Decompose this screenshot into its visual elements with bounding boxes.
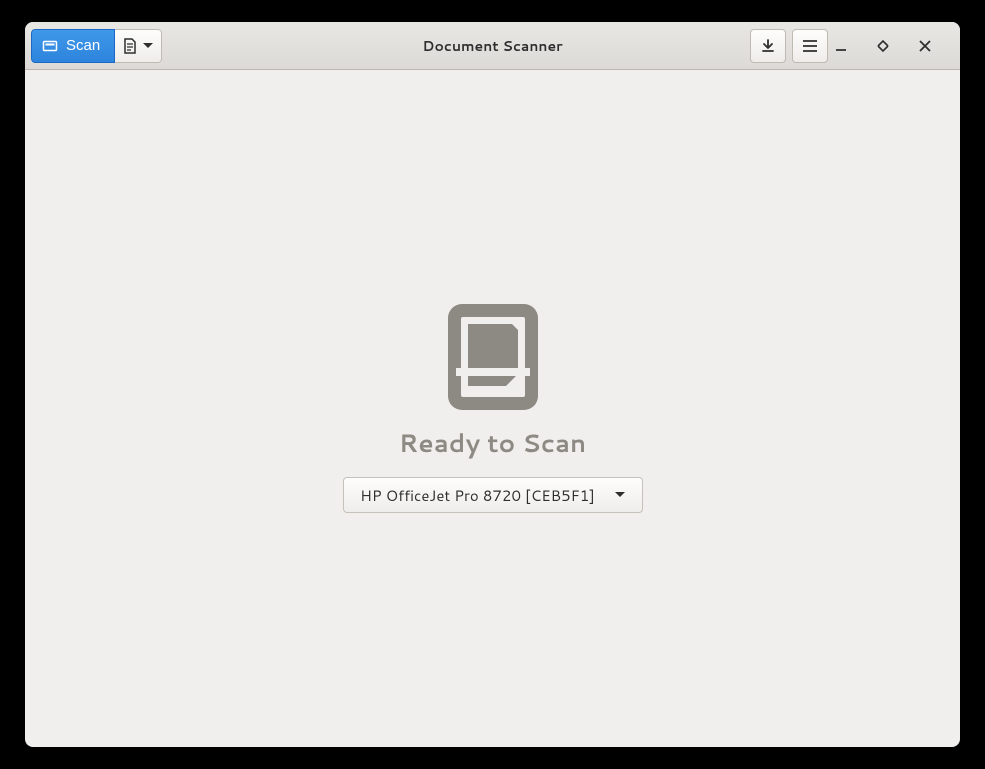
hamburger-icon — [803, 40, 817, 52]
scan-button-group: Scan — [31, 29, 162, 63]
document-icon — [123, 38, 137, 54]
close-button[interactable] — [918, 39, 954, 53]
scanner-select[interactable]: HP OfficeJet Pro 8720 [CEB5F1] — [343, 477, 643, 513]
header-left-group: Scan — [31, 29, 162, 63]
save-button[interactable] — [750, 29, 786, 63]
scan-options-button[interactable] — [115, 29, 162, 63]
maximize-button[interactable] — [876, 39, 912, 53]
menu-button[interactable] — [792, 29, 828, 63]
maximize-icon — [876, 39, 912, 53]
content-area: Ready to Scan HP OfficeJet Pro 8720 [CEB… — [25, 70, 960, 747]
minimize-button[interactable] — [834, 39, 870, 53]
header-right-group — [750, 29, 954, 63]
scan-button-label: Scan — [66, 37, 100, 54]
download-icon — [761, 39, 775, 53]
chevron-down-icon — [615, 492, 625, 498]
chevron-down-icon — [143, 43, 153, 49]
minimize-icon — [834, 39, 870, 53]
app-window: Scan Document Scanner — [25, 22, 960, 747]
scan-button[interactable]: Scan — [31, 29, 115, 63]
status-title: Ready to Scan — [399, 426, 587, 461]
scanner-illustration-icon — [448, 304, 538, 410]
close-icon — [918, 39, 954, 53]
scanner-icon — [42, 38, 58, 54]
scanner-select-label: HP OfficeJet Pro 8720 [CEB5F1] — [360, 485, 595, 506]
header-bar: Scan Document Scanner — [25, 22, 960, 70]
